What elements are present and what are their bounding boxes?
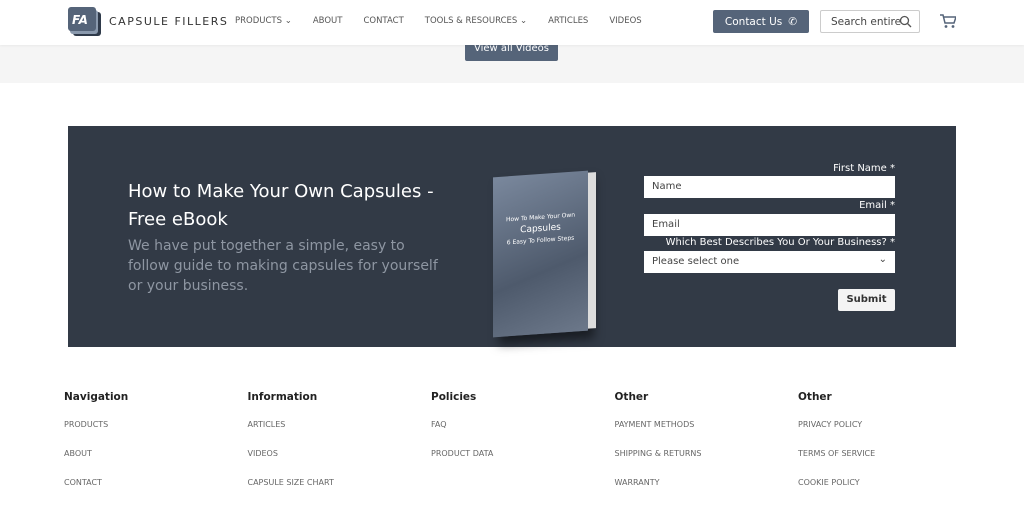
logo[interactable]: FA — [68, 7, 102, 37]
footer-link[interactable]: COOKIE POLICY — [798, 478, 982, 507]
footer-col-policies: Policies FAQ PRODUCT DATA — [431, 391, 615, 507]
nav-tools-resources[interactable]: TOOLS & RESOURCES ⌄ — [425, 16, 527, 26]
ebook-cover-image: How To Make Your Own Capsules 6 Easy To Fo… — [493, 170, 588, 338]
footer-link[interactable]: ABOUT — [64, 449, 248, 478]
first-name-label: First Name * — [833, 163, 895, 174]
footer-heading: Information — [247, 391, 318, 403]
site-header: FA CAPSULE FILLERS PRODUCTS ⌄ ABOUT CONT… — [0, 0, 1024, 45]
footer-link[interactable]: PRODUCT DATA — [431, 449, 615, 478]
footer-link[interactable]: CAPSULE SIZE CHART — [248, 478, 432, 507]
contact-us-label: Contact Us — [724, 15, 783, 28]
footer-link[interactable]: CONTACT — [64, 478, 248, 507]
ebook-promo: How to Make Your Own Capsules - Free eBo… — [68, 126, 956, 347]
footer-col-other-legal: Other PRIVACY POLICY TERMS OF SERVICE COOKI… — [798, 391, 982, 507]
business-select-value: Please select one — [652, 256, 740, 267]
business-label: Which Best Describes You Or Your Busines… — [665, 237, 895, 248]
footer-col-information: Information ARTICLES VIDEOS CAPSULE SIZE CH… — [248, 391, 432, 507]
footer-heading: Navigation — [64, 391, 129, 403]
footer-link[interactable]: ARTICLES — [248, 420, 432, 449]
promo-description: We have put together a simple, easy to f… — [128, 238, 438, 294]
email-label: Email * — [859, 200, 895, 211]
footer-heading: Other — [798, 391, 832, 403]
nav-contact[interactable]: CONTACT — [363, 16, 403, 26]
footer: Navigation PRODUCTS ABOUT CONTACT Informati… — [64, 391, 982, 507]
svg-text:FA: FA — [72, 13, 88, 27]
brand-name[interactable]: CAPSULE FILLERS — [109, 15, 228, 28]
footer-heading: Other — [614, 391, 649, 403]
promo-title: How to Make Your Own Capsules - Free eBo… — [128, 181, 434, 230]
contact-us-button[interactable]: Contact Us ✆ — [713, 10, 809, 33]
footer-link[interactable]: WARRANTY — [615, 478, 799, 507]
footer-heading: Policies — [431, 391, 477, 403]
search-placeholder: Search entire — [831, 16, 902, 28]
main-nav: PRODUCTS ⌄ ABOUT CONTACT TOOLS & RESOURC… — [235, 16, 642, 26]
footer-link[interactable]: PRIVACY POLICY — [798, 420, 982, 449]
search-input[interactable]: Search entire — [820, 10, 920, 33]
nav-products[interactable]: PRODUCTS ⌄ — [235, 16, 292, 26]
nav-articles[interactable]: ARTICLES — [548, 16, 588, 26]
footer-link[interactable]: TERMS OF SERVICE — [798, 449, 982, 478]
search-icon[interactable] — [899, 15, 912, 28]
cart-icon[interactable] — [940, 13, 956, 29]
footer-link[interactable]: FAQ — [431, 420, 615, 449]
footer-col-other: Other PAYMENT METHODS SHIPPING & RETURNS WA… — [615, 391, 799, 507]
footer-link[interactable]: PAYMENT METHODS — [615, 420, 799, 449]
nav-about[interactable]: ABOUT — [313, 16, 343, 26]
footer-col-navigation: Navigation PRODUCTS ABOUT CONTACT — [64, 391, 248, 507]
email-field[interactable]: Email — [644, 214, 895, 236]
submit-button[interactable]: Submit — [838, 289, 895, 311]
first-name-field[interactable]: Name — [644, 176, 895, 198]
chevron-down-icon: ⌄ — [878, 254, 887, 265]
phone-icon: ✆ — [788, 15, 798, 28]
business-select[interactable]: Please select one ⌄ — [644, 251, 895, 273]
book-line3: 6 Easy To Follow Steps — [506, 234, 575, 247]
nav-videos[interactable]: VIDEOS — [609, 16, 641, 26]
footer-link[interactable]: PRODUCTS — [64, 420, 248, 449]
footer-link[interactable]: VIDEOS — [248, 449, 432, 478]
footer-link[interactable]: SHIPPING & RETURNS — [615, 449, 799, 478]
